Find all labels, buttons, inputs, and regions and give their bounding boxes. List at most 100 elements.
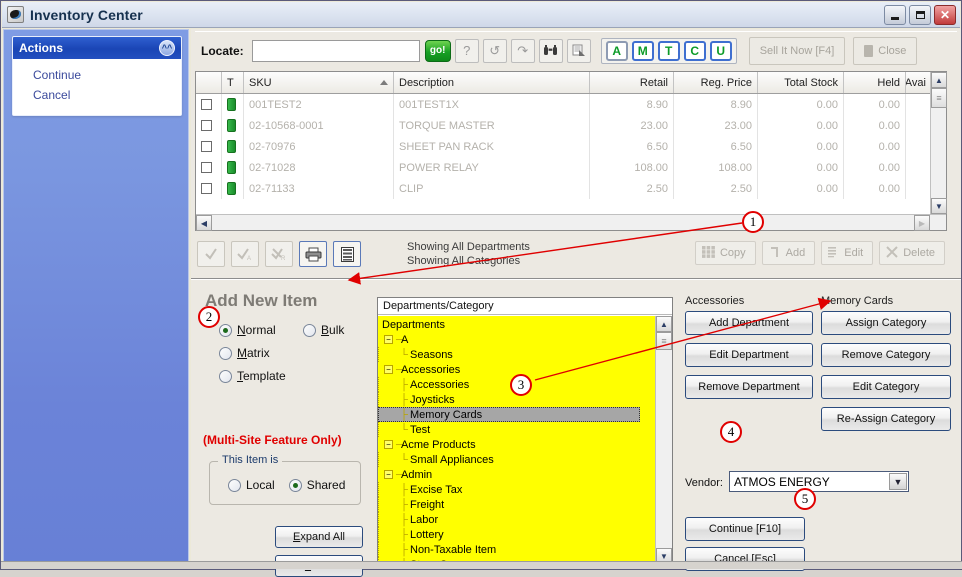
- row-select-cell[interactable]: [196, 178, 222, 199]
- tree-node[interactable]: − ─ Admin: [378, 467, 655, 482]
- sell-it-now-button[interactable]: Sell It Now [F4]: [748, 36, 846, 65]
- tree-body[interactable]: Departments − ─ A └ Seasons − ─ Accessories ├ Acce…: [378, 316, 655, 564]
- total-stock-column[interactable]: Total Stock: [758, 72, 844, 93]
- collapse-icon[interactable]: −: [384, 440, 393, 449]
- close-window-button[interactable]: ✕: [934, 5, 956, 25]
- assign-category-button[interactable]: Assign Category: [821, 311, 951, 335]
- sku-column[interactable]: SKU: [244, 72, 394, 93]
- table-row[interactable]: 02-71133 CLIP 2.50 2.50 0.00 0.00: [196, 178, 946, 199]
- filter-all-button[interactable]: A: [605, 40, 628, 61]
- continue-button[interactable]: Continue [F10]: [685, 517, 805, 541]
- copy-button[interactable]: Copy: [694, 241, 756, 265]
- collapse-icon[interactable]: −: [384, 365, 393, 374]
- tree-node[interactable]: − ─ Acme Products: [378, 437, 655, 452]
- undo-icon[interactable]: ↷: [510, 38, 535, 63]
- tree-node[interactable]: Departments: [378, 317, 655, 332]
- check-icon[interactable]: [197, 241, 225, 267]
- radio-matrix[interactable]: Matrix: [219, 346, 379, 360]
- radio-shared[interactable]: Shared: [288, 478, 345, 492]
- description-column[interactable]: Description: [394, 72, 590, 93]
- re-assign-category-button[interactable]: Re-Assign Category: [821, 407, 951, 431]
- search-input[interactable]: [251, 39, 420, 62]
- row-checkbox[interactable]: [201, 120, 212, 131]
- radio-normal[interactable]: NNormalormal: [219, 323, 303, 337]
- row-checkbox[interactable]: [201, 183, 212, 194]
- printer-icon[interactable]: [299, 241, 327, 267]
- row-checkbox[interactable]: [201, 99, 212, 110]
- chevron-down-icon[interactable]: ▼: [889, 473, 907, 490]
- row-select-cell[interactable]: [196, 157, 222, 178]
- tree-scroll-up-icon[interactable]: ▲: [656, 316, 672, 332]
- table-row[interactable]: 001TEST2 001TEST1X 8.90 8.90 0.00 0.00: [196, 94, 946, 115]
- filter-consignment-button[interactable]: C: [683, 40, 706, 61]
- help-icon[interactable]: ?: [454, 38, 479, 63]
- list-icon[interactable]: [333, 241, 361, 267]
- tree-node[interactable]: ├ Labor: [378, 512, 655, 527]
- collapse-icon[interactable]: −: [384, 335, 393, 344]
- radio-template[interactable]: Template: [219, 369, 379, 383]
- table-row[interactable]: 02-70976 SHEET PAN RACK 6.50 6.50 0.00 0.00: [196, 136, 946, 157]
- uncheck-all-icon[interactable]: R: [265, 241, 293, 267]
- remove-category-button[interactable]: Remove Category: [821, 343, 951, 367]
- locate-label: Locate:: [201, 43, 244, 58]
- row-select-cell[interactable]: [196, 115, 222, 136]
- edit-category-button[interactable]: Edit Category: [821, 375, 951, 399]
- row-checkbox[interactable]: [201, 141, 212, 152]
- tree-node[interactable]: ├ Freight: [378, 497, 655, 512]
- edit-department-button[interactable]: Edit Department: [685, 343, 813, 367]
- tree-node[interactable]: ├ Excise Tax: [378, 482, 655, 497]
- filter-matrix-button[interactable]: M: [631, 40, 654, 61]
- held-column[interactable]: Held: [844, 72, 906, 93]
- retail-column[interactable]: Retail: [590, 72, 674, 93]
- table-cell: 108.00: [674, 157, 758, 178]
- sidebar-item-continue[interactable]: Continue: [13, 65, 181, 85]
- refresh-icon[interactable]: ↺: [482, 38, 507, 63]
- scrollbar-thumb[interactable]: ≡: [931, 88, 947, 108]
- table-row[interactable]: 02-10568-0001 TORQUE MASTER 23.00 23.00 0.00…: [196, 115, 946, 136]
- chevron-up-icon[interactable]: ^^: [159, 40, 175, 56]
- scroll-right-icon[interactable]: ▶: [914, 215, 930, 231]
- expand-all-button[interactable]: Expand All: [275, 526, 363, 548]
- collapse-icon[interactable]: −: [384, 470, 393, 479]
- sidebar-item-cancel[interactable]: Cancel: [13, 85, 181, 105]
- select-column[interactable]: [196, 72, 222, 93]
- tree-vertical-scrollbar[interactable]: ▲ ≡ ▼: [655, 316, 672, 564]
- minimize-button[interactable]: [884, 5, 906, 25]
- tree-node[interactable]: − ─ A: [378, 332, 655, 347]
- edit-button[interactable]: Edit: [821, 241, 874, 265]
- add-department-button[interactable]: Add Department: [685, 311, 813, 335]
- scroll-down-icon[interactable]: ▼: [931, 198, 947, 214]
- go-button[interactable]: go!: [424, 39, 451, 62]
- radio-bulk[interactable]: Bulk: [303, 323, 344, 337]
- tree-scrollbar-thumb[interactable]: ≡: [656, 332, 672, 350]
- row-select-cell[interactable]: [196, 136, 222, 157]
- reg-price-column[interactable]: Reg. Price: [674, 72, 758, 93]
- type-column[interactable]: T: [222, 72, 244, 93]
- vendor-select[interactable]: ATMOS ENERGY ▼: [729, 471, 909, 492]
- row-checkbox[interactable]: [201, 162, 212, 173]
- scroll-up-icon[interactable]: ▲: [931, 72, 947, 88]
- grid-vertical-scrollbar[interactable]: ▲ ≡ ▼: [930, 72, 947, 230]
- tree-node[interactable]: └ Small Appliances: [378, 452, 655, 467]
- radio-local[interactable]: Local: [228, 478, 275, 492]
- table-row[interactable]: 02-71028 POWER RELAY 108.00 108.00 0.00 0.00: [196, 157, 946, 178]
- filter-template-button[interactable]: T: [657, 40, 680, 61]
- tree-node[interactable]: ├ Lottery: [378, 527, 655, 542]
- grid-horizontal-scrollbar[interactable]: ◀ ▶: [196, 214, 946, 231]
- check-all-icon[interactable]: A: [231, 241, 259, 267]
- delete-button[interactable]: Delete: [879, 241, 945, 265]
- tree-node[interactable]: ├ Memory Cards: [378, 407, 640, 422]
- scroll-left-icon[interactable]: ◀: [196, 215, 212, 231]
- binoculars-icon[interactable]: [538, 38, 563, 63]
- add-button[interactable]: Add: [761, 241, 816, 265]
- tree-node[interactable]: └ Test: [378, 422, 655, 437]
- report-icon[interactable]: [566, 38, 591, 63]
- tree-node[interactable]: ├ Non-Taxable Item: [378, 542, 655, 557]
- filter-unassigned-button[interactable]: U: [709, 40, 732, 61]
- maximize-button[interactable]: [909, 5, 931, 25]
- available-column[interactable]: Avai: [906, 72, 932, 93]
- remove-department-button[interactable]: Remove Department: [685, 375, 813, 399]
- row-select-cell[interactable]: [196, 94, 222, 115]
- close-button[interactable]: Close: [853, 36, 918, 65]
- tree-node[interactable]: └ Seasons: [378, 347, 655, 362]
